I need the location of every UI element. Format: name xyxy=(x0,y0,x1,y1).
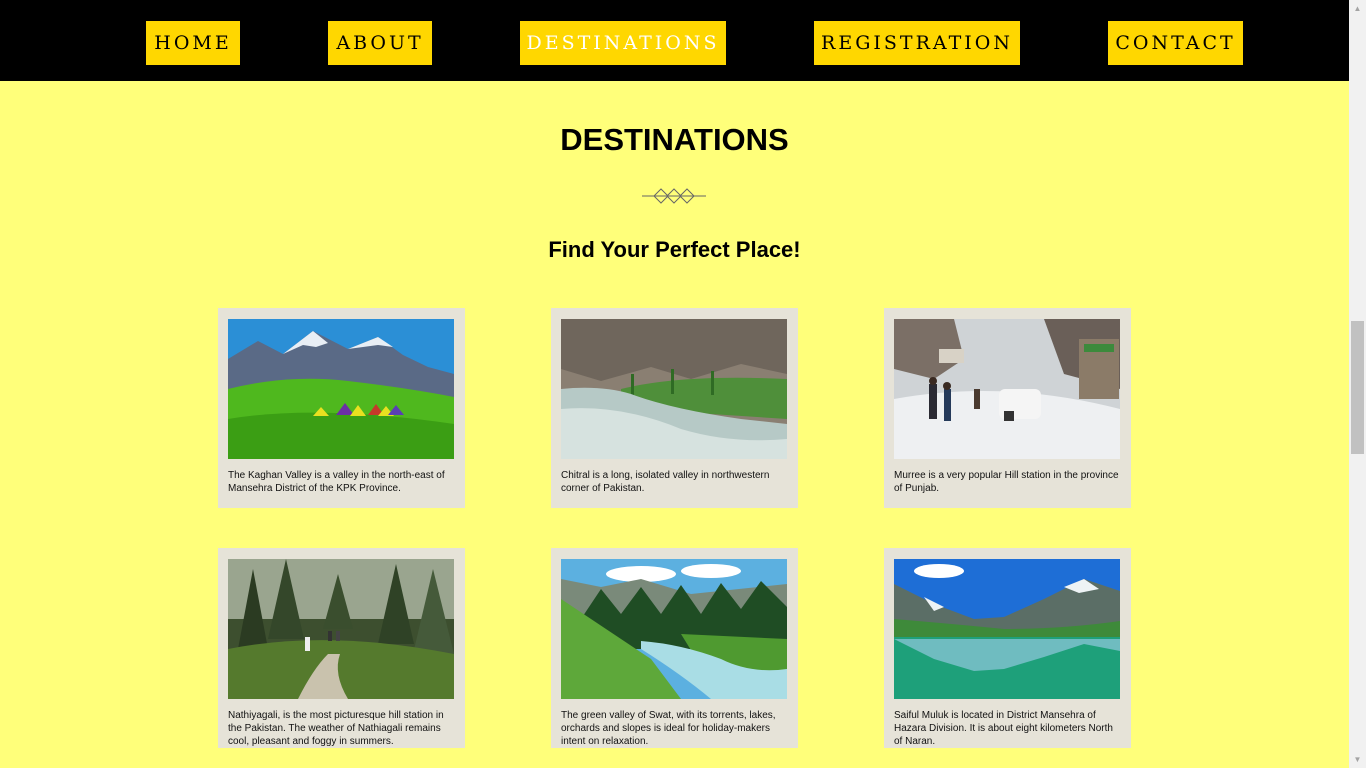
nav-contact-button[interactable]: CONTACT xyxy=(1108,21,1243,65)
destination-card-saiful-muluk[interactable]: Saiful Muluk is located in District Mans… xyxy=(884,548,1131,748)
murree-snow-photo xyxy=(894,319,1120,459)
destination-card-murree[interactable]: Murree is a very popular Hill station in… xyxy=(884,308,1131,508)
destination-description: The green valley of Swat, with its torre… xyxy=(561,710,776,747)
swat-valley-photo xyxy=(561,559,787,699)
kaghan-valley-photo xyxy=(228,319,454,459)
destination-card-chitral[interactable]: Chitral is a long, isolated valley in no… xyxy=(551,308,798,508)
scroll-down-arrow-icon[interactable]: ▼ xyxy=(1349,751,1366,768)
nathiagali-forest-photo xyxy=(228,559,454,699)
destination-card-swat[interactable]: The green valley of Swat, with its torre… xyxy=(551,548,798,748)
nav-destinations-button[interactable]: DESTINATIONS xyxy=(520,21,726,65)
saiful-muluk-lake-photo xyxy=(894,559,1120,699)
destination-card-nathiagali[interactable]: Nathiyagali, is the most picturesque hil… xyxy=(218,548,465,748)
nav-home-button[interactable]: HOME xyxy=(146,21,240,65)
destination-description: The Kaghan Valley is a valley in the nor… xyxy=(228,470,445,494)
destination-description: Chitral is a long, isolated valley in no… xyxy=(561,470,770,494)
page-subtitle: Find Your Perfect Place! xyxy=(548,237,801,262)
page-title: DESTINATIONS xyxy=(560,122,789,157)
scroll-up-arrow-icon[interactable]: ▲ xyxy=(1349,0,1366,17)
chitral-valley-photo xyxy=(561,319,787,459)
destination-description: Saiful Muluk is located in District Mans… xyxy=(894,710,1113,747)
destination-card-kaghan[interactable]: The Kaghan Valley is a valley in the nor… xyxy=(218,308,465,508)
top-navigation-bar: HOME ABOUT DESTINATIONS REGISTRATION CON… xyxy=(0,0,1349,81)
scrollbar-thumb[interactable] xyxy=(1351,321,1364,454)
diamond-divider-icon xyxy=(642,188,706,204)
nav-registration-button[interactable]: REGISTRATION xyxy=(814,21,1020,65)
destination-description: Nathiyagali, is the most picturesque hil… xyxy=(228,710,444,747)
destination-description: Murree is a very popular Hill station in… xyxy=(894,470,1119,494)
nav-about-button[interactable]: ABOUT xyxy=(328,21,432,65)
